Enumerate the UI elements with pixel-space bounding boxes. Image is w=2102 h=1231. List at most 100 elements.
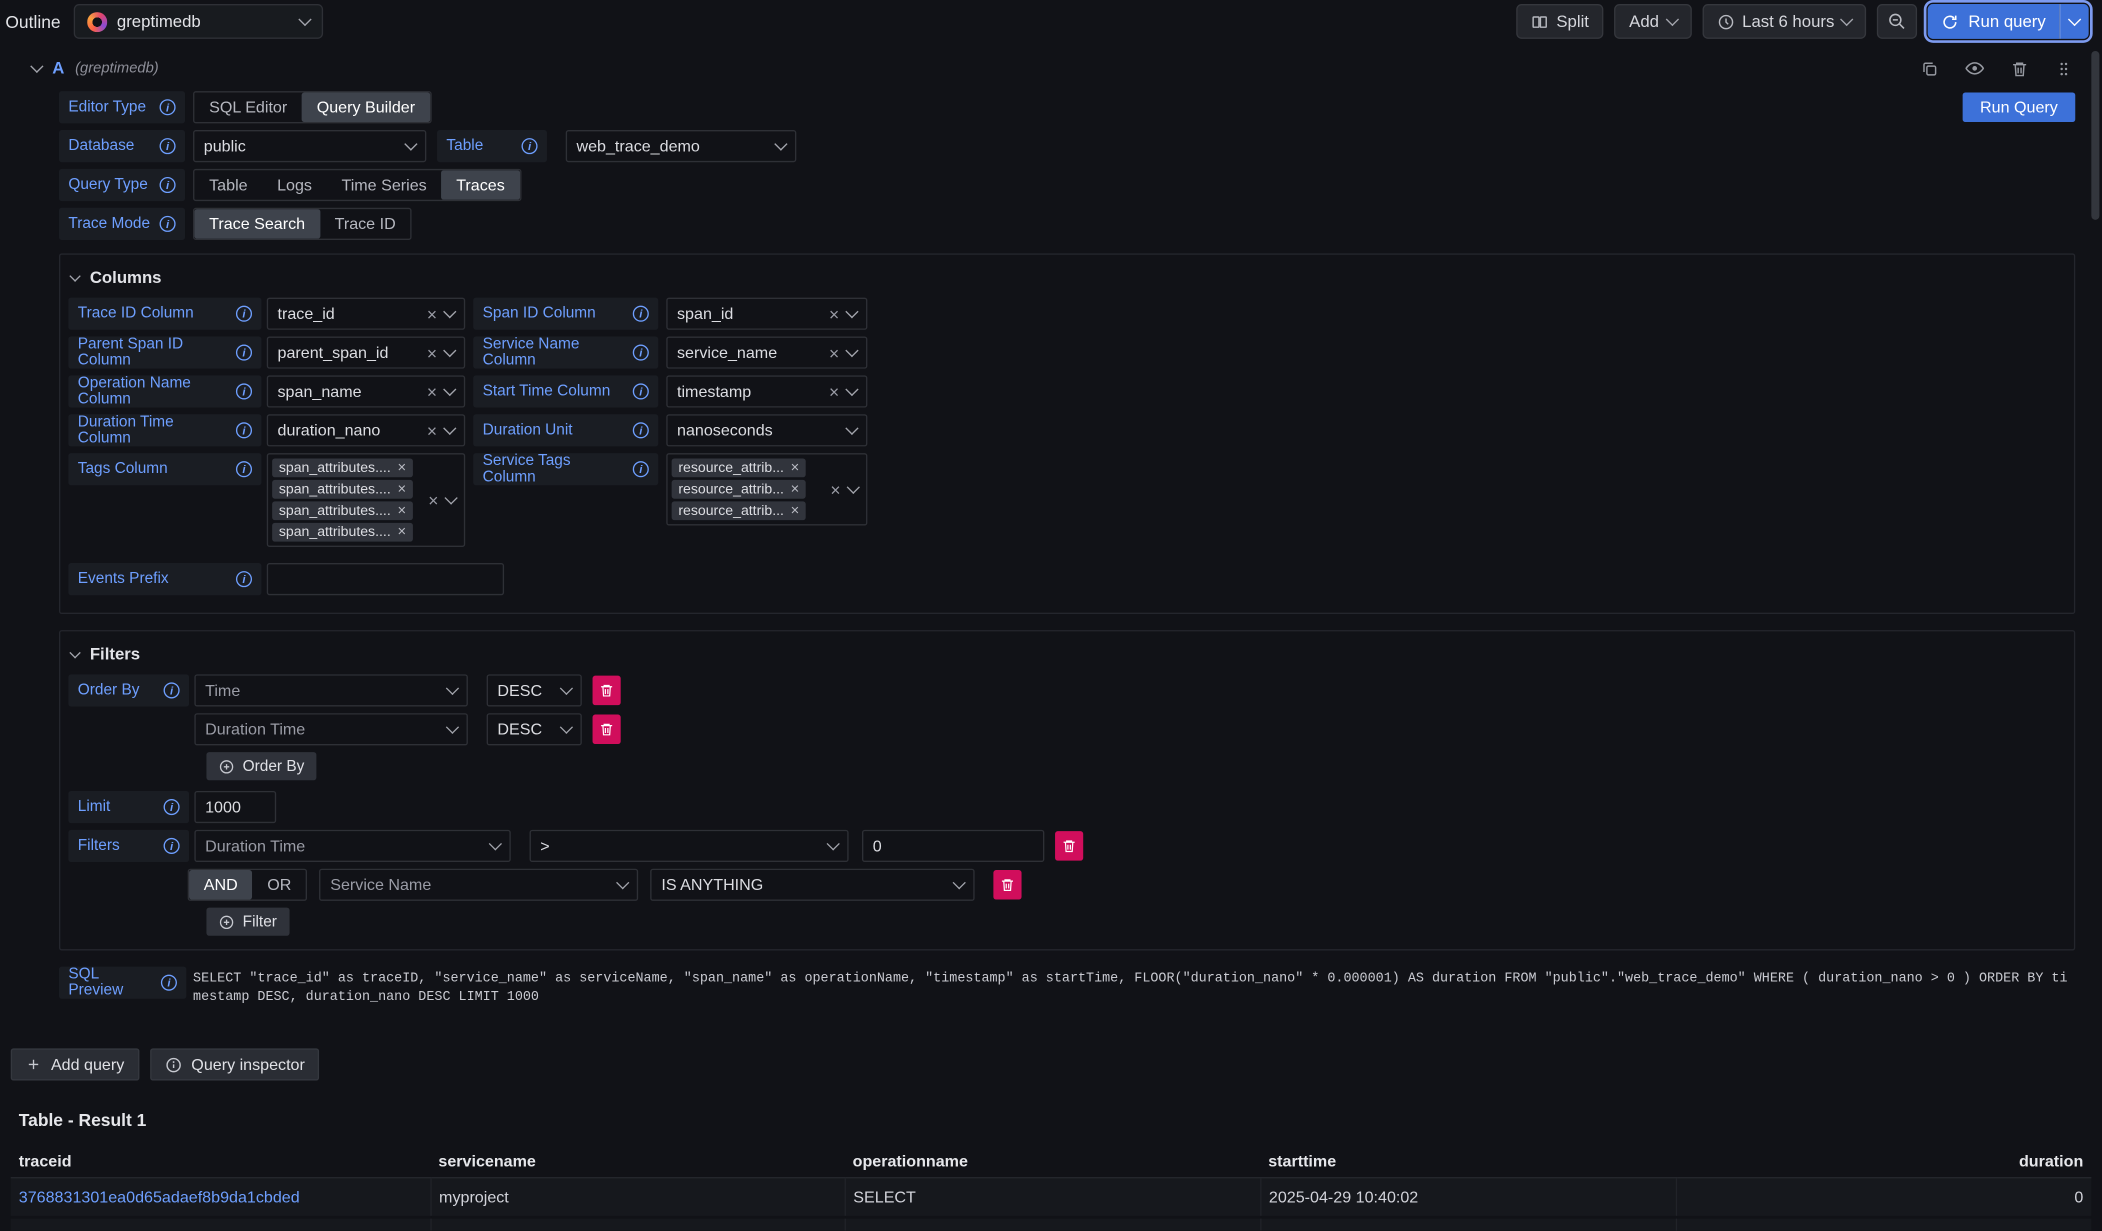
time-range-picker[interactable]: Last 6 hours <box>1702 4 1867 39</box>
columns-section-header[interactable]: Columns <box>68 263 2065 292</box>
filter-operator-select[interactable]: > <box>530 830 849 862</box>
tags-column-multiselect[interactable]: span_attributes.... span_attributes.... … <box>267 453 465 547</box>
table-row[interactable]: 3768831301ea0d65adaef8b9da1cbded myproje… <box>11 1178 2092 1218</box>
remove-tag-icon[interactable] <box>791 482 800 497</box>
service-tags-column-multiselect[interactable]: resource_attrib... resource_attrib... re… <box>666 453 867 525</box>
clear-all-icon[interactable] <box>830 481 840 498</box>
info-icon[interactable] <box>160 138 176 154</box>
info-icon[interactable] <box>633 461 649 477</box>
query-type-option-logs[interactable]: Logs <box>262 170 326 199</box>
clear-icon[interactable] <box>427 383 437 400</box>
info-icon[interactable] <box>633 422 649 438</box>
clear-icon[interactable] <box>829 344 839 361</box>
clear-icon[interactable] <box>427 344 437 361</box>
info-icon[interactable] <box>160 99 176 115</box>
filter-operator-select[interactable]: IS ANYTHING <box>651 869 975 901</box>
delete-filter-button[interactable] <box>1055 831 1083 860</box>
info-icon[interactable] <box>521 138 537 154</box>
order-by-field-select[interactable]: Time <box>194 674 467 706</box>
table-select[interactable]: web_trace_demo <box>566 130 797 162</box>
column-header-starttime[interactable]: starttime <box>1260 1145 1676 1178</box>
info-icon[interactable] <box>164 799 180 815</box>
clear-icon[interactable] <box>427 305 437 322</box>
column-header-servicename[interactable]: servicename <box>430 1145 844 1178</box>
remove-tag-icon[interactable] <box>791 460 800 475</box>
info-icon[interactable] <box>633 345 649 361</box>
info-icon[interactable] <box>236 571 252 587</box>
span-id-column-select[interactable]: span_id <box>666 298 867 330</box>
info-icon[interactable] <box>236 306 252 322</box>
filter-field-select[interactable]: Service Name <box>320 869 639 901</box>
order-by-field-select[interactable]: Duration Time <box>194 713 467 745</box>
drag-handle-icon[interactable] <box>2055 60 2072 77</box>
query-type-option-time-series[interactable]: Time Series <box>327 170 442 199</box>
run-query-button[interactable]: Run query <box>1928 4 2059 39</box>
remove-tag-icon[interactable] <box>397 525 406 540</box>
delete-order-by-button[interactable] <box>593 676 621 705</box>
trace-id-link[interactable]: 3768831301ea0d65adaef8b9da1cbded <box>11 1217 431 1230</box>
datasource-picker[interactable]: greptimedb <box>74 4 323 39</box>
parent-span-id-column-select[interactable]: parent_span_id <box>267 336 465 368</box>
events-prefix-input[interactable] <box>267 563 504 595</box>
filter-field-select[interactable]: Duration Time <box>194 830 510 862</box>
order-by-direction-select[interactable]: DESC <box>487 713 582 745</box>
trace-id-column-select[interactable]: trace_id <box>267 298 465 330</box>
run-query-dropdown[interactable] <box>2059 4 2088 39</box>
split-button[interactable]: Split <box>1516 4 1604 39</box>
limit-input[interactable] <box>194 791 276 823</box>
service-name-column-select[interactable]: service_name <box>666 336 867 368</box>
run-query-inline-button[interactable]: Run Query <box>1963 93 2076 122</box>
remove-tag-icon[interactable] <box>397 460 406 475</box>
filter-value-input[interactable] <box>862 830 1044 862</box>
info-icon[interactable] <box>236 383 252 399</box>
column-header-traceid[interactable]: traceid <box>11 1145 431 1178</box>
filter-logic-option-and[interactable]: AND <box>189 870 252 899</box>
order-by-direction-select[interactable]: DESC <box>487 674 582 706</box>
scrollbar-thumb[interactable] <box>2091 51 2099 220</box>
column-header-duration[interactable]: duration <box>1676 1145 2092 1178</box>
delete-filter-button[interactable] <box>994 870 1022 899</box>
remove-tag-icon[interactable] <box>397 503 406 518</box>
query-inspector-button[interactable]: Query inspector <box>150 1048 320 1080</box>
query-type-option-table[interactable]: Table <box>194 170 262 199</box>
hide-query-icon[interactable] <box>1965 59 1984 78</box>
remove-query-icon[interactable] <box>2011 60 2028 77</box>
clear-icon[interactable] <box>829 383 839 400</box>
query-type-option-traces[interactable]: Traces <box>441 170 519 199</box>
duplicate-query-icon[interactable] <box>1921 60 1938 77</box>
info-icon[interactable] <box>164 838 180 854</box>
info-icon[interactable] <box>633 383 649 399</box>
trace-mode-option-trace-id[interactable]: Trace ID <box>320 209 411 238</box>
zoom-out-time-button[interactable] <box>1877 4 1917 39</box>
info-icon[interactable] <box>236 422 252 438</box>
clear-all-icon[interactable] <box>428 491 438 508</box>
start-time-column-select[interactable]: timestamp <box>666 375 867 407</box>
info-icon[interactable] <box>164 682 180 698</box>
duration-unit-select[interactable]: nanoseconds <box>666 414 867 446</box>
table-row[interactable]: 3768831301ea0d65adaef8b9da1cbded myproje… <box>11 1217 2092 1230</box>
info-icon[interactable] <box>236 345 252 361</box>
remove-tag-icon[interactable] <box>397 482 406 497</box>
clear-icon[interactable] <box>427 422 437 439</box>
editor-type-option-sql-editor[interactable]: SQL Editor <box>194 93 302 122</box>
filter-logic-option-or[interactable]: OR <box>252 870 306 899</box>
collapse-query-icon[interactable] <box>30 59 43 72</box>
info-icon[interactable] <box>160 177 176 193</box>
add-filter-button[interactable]: Filter <box>206 908 289 936</box>
add-button[interactable]: Add <box>1614 4 1691 39</box>
info-icon[interactable] <box>236 461 252 477</box>
delete-order-by-button[interactable] <box>593 715 621 744</box>
add-query-button[interactable]: Add query <box>11 1048 139 1080</box>
clear-icon[interactable] <box>829 305 839 322</box>
trace-mode-option-trace-search[interactable]: Trace Search <box>194 209 319 238</box>
filters-section-header[interactable]: Filters <box>68 639 2065 668</box>
database-select[interactable]: public <box>193 130 426 162</box>
trace-id-link[interactable]: 3768831301ea0d65adaef8b9da1cbded <box>11 1178 431 1218</box>
info-icon[interactable] <box>160 216 176 232</box>
info-icon[interactable] <box>633 306 649 322</box>
info-icon[interactable] <box>161 975 177 991</box>
column-header-operationname[interactable]: operationname <box>845 1145 1261 1178</box>
editor-type-option-query-builder[interactable]: Query Builder <box>302 93 430 122</box>
remove-tag-icon[interactable] <box>791 503 800 518</box>
add-order-by-button[interactable]: Order By <box>206 752 316 780</box>
